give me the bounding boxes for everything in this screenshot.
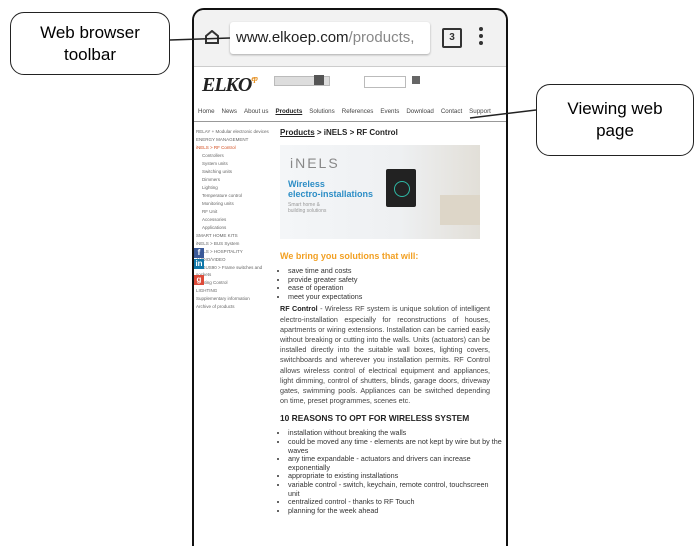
list-item: variable control - switch, keychain, rem…: [288, 480, 502, 498]
banner-subline-2: building solutions: [288, 208, 327, 214]
sidebar-item[interactable]: Supplementary information: [196, 295, 274, 302]
nav-references[interactable]: References: [342, 108, 374, 115]
toolbar-callout: Web browser toolbar: [10, 12, 170, 75]
sidebar-item[interactable]: LOGUS90 > Frame switches and sockets: [196, 264, 274, 278]
site-search-input[interactable]: [364, 76, 406, 88]
product-banner[interactable]: iNELS Wireless electro-installations Sma…: [280, 145, 480, 239]
nav-products[interactable]: Products: [275, 108, 302, 115]
sidebar-subitem[interactable]: Applications: [196, 224, 274, 231]
list-item: could be moved any time - elements are n…: [288, 437, 502, 455]
facebook-icon[interactable]: f: [194, 248, 204, 258]
browser-toolbar: www.elkoep.com/products, 3: [194, 10, 506, 67]
nav-contact[interactable]: Contact: [441, 108, 462, 115]
phone-screen: www.elkoep.com/products, 3 ELKOep Home N…: [192, 8, 508, 546]
banner-brand: iNELS: [290, 155, 340, 171]
solutions-list: save time and costs provide greater safe…: [280, 266, 502, 302]
sidebar-subitem[interactable]: System units: [196, 160, 274, 167]
flag-icon[interactable]: [314, 75, 324, 85]
sidebar-item[interactable]: ENERGY MANAGEMENT: [196, 136, 274, 143]
interior-image: [440, 195, 480, 225]
url-path: /products,: [348, 29, 415, 46]
page-callout: Viewing web page: [536, 84, 694, 156]
description-lead: RF Control: [280, 304, 318, 314]
reasons-list: installation without breaking the walls …: [280, 429, 502, 515]
sidebar-subitem[interactable]: Temperature control: [196, 192, 274, 199]
toolbar-callout-text: Web browser toolbar: [40, 22, 140, 64]
logo-suffix: ep: [251, 74, 257, 83]
sidebar-subitem[interactable]: Controllers: [196, 152, 274, 159]
nav-support[interactable]: Support: [469, 108, 491, 115]
reasons-heading: 10 REASONS TO OPT FOR WIRELESS SYSTEM: [280, 413, 470, 424]
nav-news[interactable]: News: [222, 108, 237, 115]
sidebar-item[interactable]: Archive of products: [196, 303, 274, 310]
sidebar-subitem[interactable]: Accessories: [196, 216, 274, 223]
breadcrumb-rest: > iNELS > RF Control: [314, 128, 398, 137]
url-domain: www.elkoep.com: [236, 29, 349, 46]
site-logo[interactable]: ELKOep: [202, 74, 258, 97]
list-item: any time expandable - actuators and driv…: [288, 454, 502, 472]
solutions-heading: We bring you solutions that will:: [280, 251, 419, 261]
sidebar-item[interactable]: iNELS > BUS System: [196, 240, 274, 247]
logo-text: ELKO: [202, 74, 252, 96]
sidebar-item-current[interactable]: iNELS > RF Control: [196, 144, 274, 151]
tab-switcher-button[interactable]: 3: [442, 28, 462, 48]
list-item: planning for the week ahead: [288, 506, 502, 516]
product-sidebar: RELAY + Modular electronic devices ENERG…: [196, 128, 274, 311]
nav-about[interactable]: About us: [244, 108, 268, 115]
sidebar-subitem[interactable]: Monitoring units: [196, 200, 274, 207]
sidebar-item[interactable]: LIGHTING: [196, 287, 274, 294]
nav-home[interactable]: Home: [198, 108, 215, 115]
sidebar-item[interactable]: iNELS > HOSPITALITY: [196, 248, 274, 255]
url-bar[interactable]: www.elkoep.com/products,: [230, 22, 430, 54]
site-header: ELKOep: [194, 67, 506, 101]
google-plus-icon[interactable]: g: [194, 275, 204, 285]
home-icon[interactable]: [204, 30, 220, 44]
nav-solutions[interactable]: Solutions: [309, 108, 334, 115]
list-item: meet your expectations: [288, 292, 502, 302]
sidebar-item[interactable]: AUDIO/VIDEO: [196, 256, 274, 263]
sidebar-item[interactable]: Lighting Control: [196, 279, 274, 286]
sidebar-subitem[interactable]: Lighting: [196, 184, 274, 191]
search-icon[interactable]: [412, 76, 420, 84]
sidebar-item[interactable]: SMART HOME KITS: [196, 232, 274, 239]
nav-events[interactable]: Events: [380, 108, 399, 115]
rf-control-description: RF Control - Wireless RF system is uniqu…: [280, 304, 490, 406]
nav-download[interactable]: Download: [406, 108, 434, 115]
breadcrumb-products-link[interactable]: Products: [280, 128, 315, 137]
breadcrumb: Products > iNELS > RF Control: [280, 128, 502, 137]
sidebar-subitem[interactable]: Dimmers: [196, 176, 274, 183]
sidebar-subitem[interactable]: Switching units: [196, 168, 274, 175]
page-callout-text: Viewing web page: [567, 99, 663, 140]
overflow-menu-icon[interactable]: [478, 27, 484, 48]
linkedin-icon[interactable]: in: [194, 259, 204, 269]
site-nav: Home News About us Products Solutions Re…: [194, 101, 506, 122]
banner-headline-2: electro-installations: [288, 189, 374, 199]
main-column: Products > iNELS > RF Control iNELS Wire…: [280, 128, 502, 515]
description-body: - Wireless RF system is unique solution …: [280, 304, 490, 406]
touch-panel-image: [386, 169, 416, 207]
banner-headline-1: Wireless: [288, 179, 325, 189]
sidebar-subitem[interactable]: RF Unit: [196, 208, 274, 215]
sidebar-item[interactable]: RELAY + Modular electronic devices: [196, 128, 274, 135]
social-share-bar: f in g: [194, 248, 204, 286]
